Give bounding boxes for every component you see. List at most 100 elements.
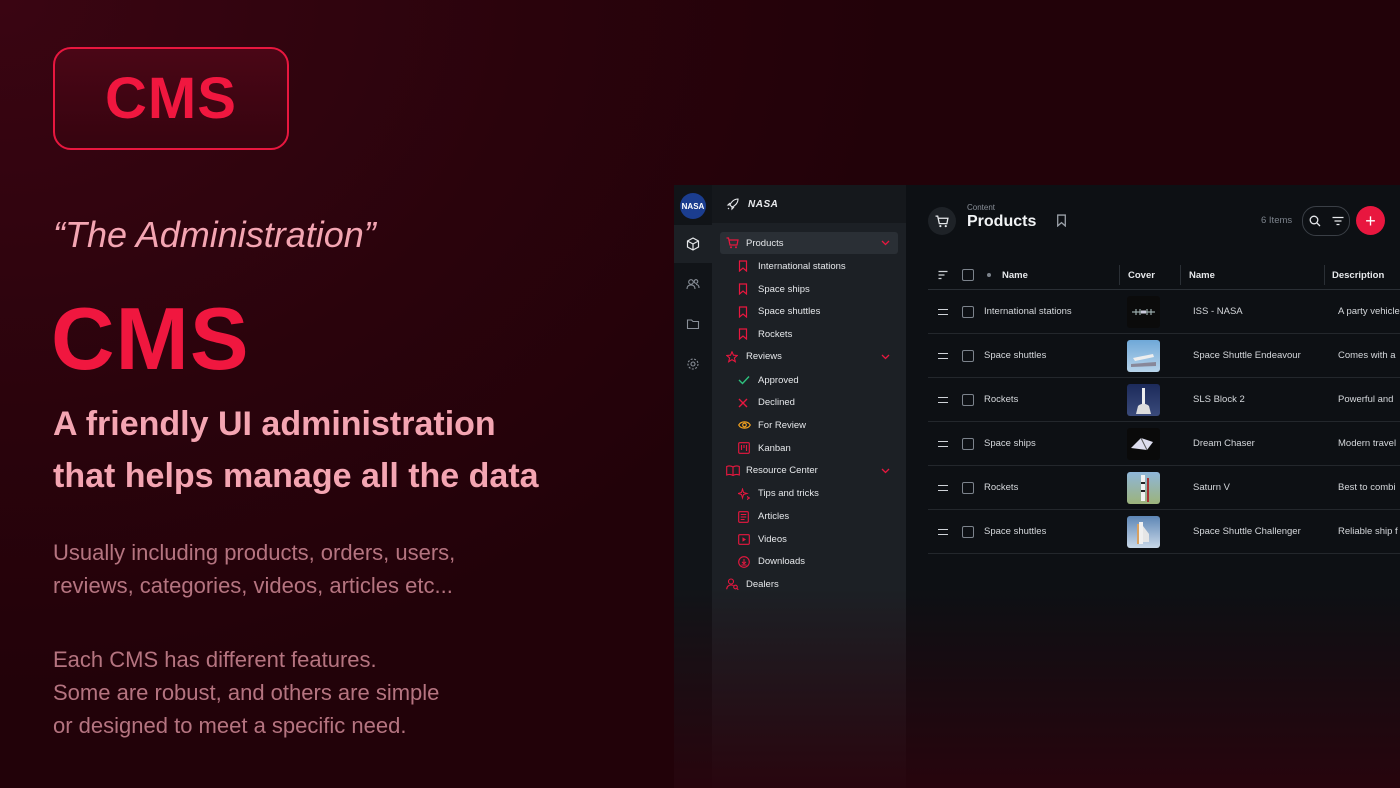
items-count: 6 Items xyxy=(1261,215,1293,226)
sidebar-item-space-ships[interactable]: Space ships xyxy=(712,278,906,301)
sidebar-item-articles[interactable]: Articles xyxy=(712,505,906,528)
dealer-icon xyxy=(726,578,739,591)
column-header-name[interactable]: Name xyxy=(1002,261,1028,289)
sidebar-item-videos[interactable]: Videos xyxy=(712,528,906,551)
row-checkbox[interactable] xyxy=(962,422,974,465)
add-button[interactable]: + xyxy=(1356,206,1385,235)
article-icon xyxy=(738,510,749,523)
drag-handle[interactable] xyxy=(938,290,948,333)
checkbox[interactable] xyxy=(962,525,974,538)
column-header-description[interactable]: Description xyxy=(1332,261,1384,289)
hero-title: CMS xyxy=(51,289,250,388)
drag-handle[interactable] xyxy=(938,466,948,509)
sidebar-group-products[interactable]: Products xyxy=(720,232,898,254)
checkbox[interactable] xyxy=(962,393,974,406)
sidebar-group-label: Reviews xyxy=(746,351,782,363)
row-name: ISS - NASA xyxy=(1193,306,1243,317)
column-separator[interactable] xyxy=(1119,265,1120,285)
table-row[interactable]: Space ships Dream Chaser Modern travel xyxy=(928,422,1400,466)
sidebar-item-downloads[interactable]: Downloads xyxy=(712,551,906,574)
rail-files-button[interactable] xyxy=(674,305,712,343)
sidebar-item-label: Space shuttles xyxy=(758,306,821,318)
bookmark-icon xyxy=(738,260,748,273)
sidebar-item-for-review[interactable]: For Review xyxy=(712,414,906,437)
video-icon xyxy=(738,533,750,545)
checkbox[interactable] xyxy=(962,269,974,281)
rail-users-button[interactable] xyxy=(674,265,712,303)
sidebar-group-reviews[interactable]: Reviews xyxy=(720,346,898,368)
tagline-line: that helps manage all the data xyxy=(53,457,539,495)
table-row[interactable]: Rockets SLS Block 2 Powerful and xyxy=(928,378,1400,422)
paragraph-line: reviews, categories, videos, articles et… xyxy=(53,573,453,598)
sidebar-item-approved[interactable]: Approved xyxy=(712,369,906,392)
row-category: International stations xyxy=(984,306,1072,317)
status-dot xyxy=(987,273,991,277)
folder-icon xyxy=(686,319,700,330)
row-checkbox[interactable] xyxy=(962,290,974,333)
checkbox[interactable] xyxy=(962,481,974,494)
hero-tagline: A friendly UI administration that helps … xyxy=(53,398,653,502)
row-checkbox[interactable] xyxy=(962,466,974,509)
column-separator[interactable] xyxy=(1180,265,1181,285)
paragraph-line: or designed to meet a specific need. xyxy=(53,713,407,738)
rail-settings-button[interactable] xyxy=(674,345,712,383)
row-checkbox[interactable] xyxy=(962,378,974,421)
drag-handle[interactable] xyxy=(938,378,948,421)
breadcrumb[interactable]: Content xyxy=(967,203,995,212)
row-checkbox[interactable] xyxy=(962,334,974,377)
checkbox[interactable] xyxy=(962,349,974,362)
sidebar-item-declined[interactable]: Declined xyxy=(712,391,906,414)
sort-icon[interactable] xyxy=(938,270,948,280)
drag-handle[interactable] xyxy=(938,422,948,465)
sidebar-item-label: Videos xyxy=(758,533,787,545)
sidebar-item-space-shuttles[interactable]: Space shuttles xyxy=(712,300,906,323)
sidebar-group-resource-center[interactable]: Resource Center xyxy=(720,460,898,482)
table-row[interactable]: Space shuttles Space Shuttle Endeavour C… xyxy=(928,334,1400,378)
sidebar-item-kanban[interactable]: Kanban xyxy=(712,437,906,460)
drag-handle[interactable] xyxy=(938,334,948,377)
drag-handle[interactable] xyxy=(938,510,948,553)
chevron-down-icon[interactable] xyxy=(881,238,890,247)
row-category: Rockets xyxy=(984,394,1019,405)
bookmark-icon[interactable] xyxy=(1056,214,1067,227)
row-checkbox[interactable] xyxy=(962,510,974,553)
cover-image-challenger xyxy=(1127,515,1160,548)
select-all-checkbox[interactable] xyxy=(962,261,974,289)
icon-rail: NASA xyxy=(674,185,712,788)
page-icon-button[interactable] xyxy=(928,207,956,235)
paragraph-line: Usually including products, orders, user… xyxy=(53,540,456,565)
row-category: Space shuttles xyxy=(984,526,1047,537)
sidebar-item-international-stations[interactable]: International stations xyxy=(712,255,906,278)
page-title: Products xyxy=(967,213,1037,230)
column-header-name-2[interactable]: Name xyxy=(1189,261,1215,289)
hero-paragraph-2: Each CMS has different features. Some ar… xyxy=(53,643,613,742)
table-row[interactable]: Space shuttles Space Shuttle Challenger … xyxy=(928,510,1400,554)
column-separator[interactable] xyxy=(1324,265,1325,285)
row-name: SLS Block 2 xyxy=(1193,394,1245,405)
sidebar-item-label: Articles xyxy=(758,511,790,523)
filter-icon[interactable] xyxy=(1332,216,1344,226)
nasa-logo[interactable]: NASA xyxy=(680,193,706,219)
sidebar-header: NASA xyxy=(712,185,906,223)
sidebar-item-tips-and-tricks[interactable]: Tips and tricks xyxy=(712,483,906,506)
row-description: Reliable ship f xyxy=(1338,526,1398,537)
sidebar-item-rockets[interactable]: Rockets xyxy=(712,323,906,346)
search-icon[interactable] xyxy=(1309,215,1321,227)
table-row[interactable]: International stations ISS - NASA A part… xyxy=(928,290,1400,334)
checkbox[interactable] xyxy=(962,437,974,450)
paragraph-line: Each CMS has different features. xyxy=(53,647,377,672)
column-header-cover[interactable]: Cover xyxy=(1128,261,1155,289)
sidebar-item-label: Space ships xyxy=(758,283,810,295)
row-name: Saturn V xyxy=(1193,482,1230,493)
hero-subtitle: “The Administration” xyxy=(53,214,376,255)
sidebar-item-label: International stations xyxy=(758,260,846,272)
chevron-down-icon[interactable] xyxy=(881,352,890,361)
sidebar-group-dealers[interactable]: Dealers xyxy=(720,573,898,595)
rail-content-button[interactable] xyxy=(674,225,712,263)
row-category: Space ships xyxy=(984,438,1036,449)
sidebar: NASA Products International stations Spa… xyxy=(712,185,906,788)
checkbox[interactable] xyxy=(962,305,974,318)
chevron-down-icon[interactable] xyxy=(881,466,890,475)
cms-app-window: NASA NASA Products International station… xyxy=(674,185,1400,788)
table-row[interactable]: Rockets Saturn V Best to combi xyxy=(928,466,1400,510)
